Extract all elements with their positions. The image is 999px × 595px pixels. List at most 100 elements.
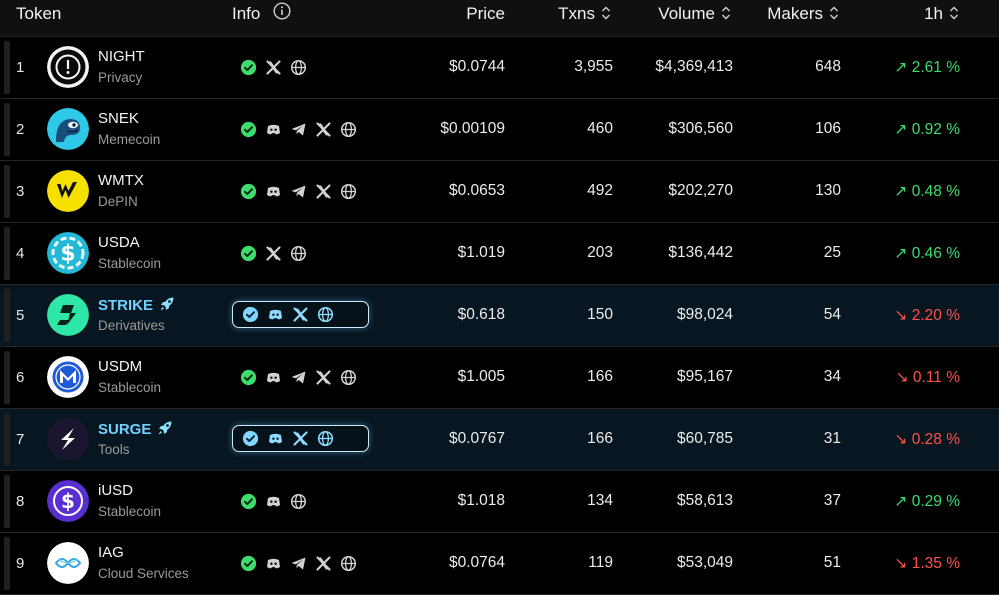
social-links: [232, 301, 369, 328]
price-cell: $0.0744: [448, 58, 505, 75]
token-name[interactable]: USDA: [98, 234, 140, 251]
x-twitter-icon[interactable]: [315, 555, 332, 572]
globe-icon[interactable]: [317, 306, 334, 323]
table-row[interactable]: 5 STRIKE Derivatives $0.618 150 $98,024 54 ↘ 2.…: [0, 285, 999, 347]
x-twitter-icon[interactable]: [315, 183, 332, 200]
x-twitter-icon[interactable]: [265, 245, 282, 262]
table-row[interactable]: 3 WMTX DePIN $0.0653 492 $202,270 130 ↗ 0.48 %: [0, 161, 999, 223]
token-name[interactable]: IAG: [98, 544, 124, 561]
globe-icon[interactable]: [340, 183, 357, 200]
verified-icon: [242, 430, 259, 447]
x-twitter-icon[interactable]: [315, 369, 332, 386]
price-cell: $0.00109: [440, 120, 505, 137]
row-marker: [4, 351, 10, 404]
table-row[interactable]: 7 SURGE Tools $0.0767 166 $60,785 31 ↘ 0.28 %: [0, 409, 999, 471]
discord-icon[interactable]: [265, 183, 282, 200]
globe-icon[interactable]: [340, 369, 357, 386]
row-marker: [4, 475, 10, 528]
globe-icon[interactable]: [340, 121, 357, 138]
txns-cell: 492: [587, 182, 613, 199]
table-row[interactable]: 2 SNEK Memecoin $0.00109 460 $306,560 106 ↗ 0.9…: [0, 99, 999, 161]
discord-icon[interactable]: [267, 306, 284, 323]
row-marker: [4, 537, 10, 590]
col-info-label: Info: [232, 4, 261, 23]
arrow-down-right-icon: ↘: [894, 307, 908, 324]
token-name[interactable]: NIGHT: [98, 48, 145, 65]
telegram-icon[interactable]: [290, 369, 307, 386]
token-name[interactable]: STRIKE: [98, 296, 175, 316]
volume-cell: $95,167: [676, 368, 733, 385]
table-row[interactable]: 4 $ USDA Stablecoin $1.019 203 $136,442 25 ↗ 0.4…: [0, 223, 999, 285]
discord-icon[interactable]: [265, 555, 282, 572]
verified-icon: [240, 59, 257, 76]
verified-icon: [240, 369, 257, 386]
token-name[interactable]: USDM: [98, 358, 142, 375]
token-name[interactable]: SURGE: [98, 420, 173, 440]
discord-icon[interactable]: [265, 493, 282, 510]
volume-cell: $53,049: [676, 554, 733, 571]
x-twitter-icon[interactable]: [292, 306, 309, 323]
info-icon[interactable]: [273, 1, 291, 29]
rank: 1: [16, 59, 25, 76]
token-name-text: USDM: [98, 358, 143, 375]
txns-cell: 166: [587, 430, 613, 447]
col-volume[interactable]: Volume: [658, 0, 731, 36]
change-value: 0.92 %: [911, 121, 960, 138]
volume-cell: $306,560: [668, 120, 733, 137]
snek-logo: [47, 108, 89, 150]
x-twitter-icon[interactable]: [315, 121, 332, 138]
table-row[interactable]: 9 IAG Cloud Services $0.0764 119 $53,049 51 ↘ 1…: [0, 533, 999, 595]
col-makers[interactable]: Makers: [767, 0, 839, 36]
globe-icon[interactable]: [290, 59, 307, 76]
surge-logo: [47, 418, 89, 460]
col-makers-label: Makers: [767, 4, 823, 23]
strike-logo: [47, 294, 89, 336]
token-category: Stablecoin: [98, 256, 162, 271]
txns-cell: 119: [588, 554, 613, 571]
iusd-logo: $: [47, 480, 89, 522]
col-volume-label: Volume: [658, 4, 715, 23]
rank: 7: [16, 431, 25, 448]
telegram-icon[interactable]: [290, 121, 307, 138]
col-change-1h[interactable]: 1h: [924, 0, 959, 36]
makers-cell: 51: [823, 554, 841, 571]
globe-icon[interactable]: [340, 555, 357, 572]
sort-icon: [829, 1, 839, 29]
table-row[interactable]: 1 NIGHT Privacy $0.0744 3,955 $4,369,413 648 ↗ …: [0, 37, 999, 99]
x-twitter-icon[interactable]: [265, 59, 282, 76]
token-name[interactable]: SNEK: [98, 110, 139, 127]
change-cell: ↗ 0.48 %: [894, 182, 960, 201]
change-cell: ↗ 0.46 %: [894, 244, 960, 263]
discord-icon[interactable]: [267, 430, 284, 447]
row-marker: [4, 289, 10, 342]
token-name[interactable]: iUSD: [98, 482, 133, 499]
token-name[interactable]: WMTX: [98, 172, 144, 189]
volume-cell: $60,785: [676, 430, 733, 447]
social-links: [240, 119, 357, 139]
night-logo: [47, 46, 89, 88]
discord-icon[interactable]: [265, 369, 282, 386]
arrow-down-right-icon: ↘: [895, 369, 909, 386]
social-links: [240, 57, 307, 77]
rank: 6: [16, 369, 25, 386]
telegram-icon[interactable]: [290, 555, 307, 572]
table-row[interactable]: 8 $ iUSD Stablecoin $1.018 134 $58,613 37 ↗ 0.29…: [0, 471, 999, 533]
discord-icon[interactable]: [265, 121, 282, 138]
globe-icon[interactable]: [290, 493, 307, 510]
token-name-text: iUSD: [98, 482, 134, 499]
col-txns[interactable]: Txns: [558, 0, 611, 36]
price-cell: $1.005: [457, 368, 505, 385]
table-row[interactable]: 6 USDM Stablecoin $1.005 166 $95,167 34 ↘ 0.11 …: [0, 347, 999, 409]
arrow-up-right-icon: ↗: [894, 59, 908, 76]
svg-text:$: $: [61, 489, 75, 513]
x-twitter-icon[interactable]: [292, 430, 309, 447]
telegram-icon[interactable]: [290, 183, 307, 200]
token-name-text: WMTX: [98, 172, 144, 189]
globe-icon[interactable]: [317, 430, 334, 447]
col-price[interactable]: Price: [466, 0, 505, 36]
globe-icon[interactable]: [290, 245, 307, 262]
change-value: 0.48 %: [911, 183, 960, 200]
change-cell: ↗ 0.29 %: [894, 492, 960, 511]
col-token[interactable]: Token: [16, 0, 61, 36]
volume-cell: $58,613: [676, 492, 733, 509]
